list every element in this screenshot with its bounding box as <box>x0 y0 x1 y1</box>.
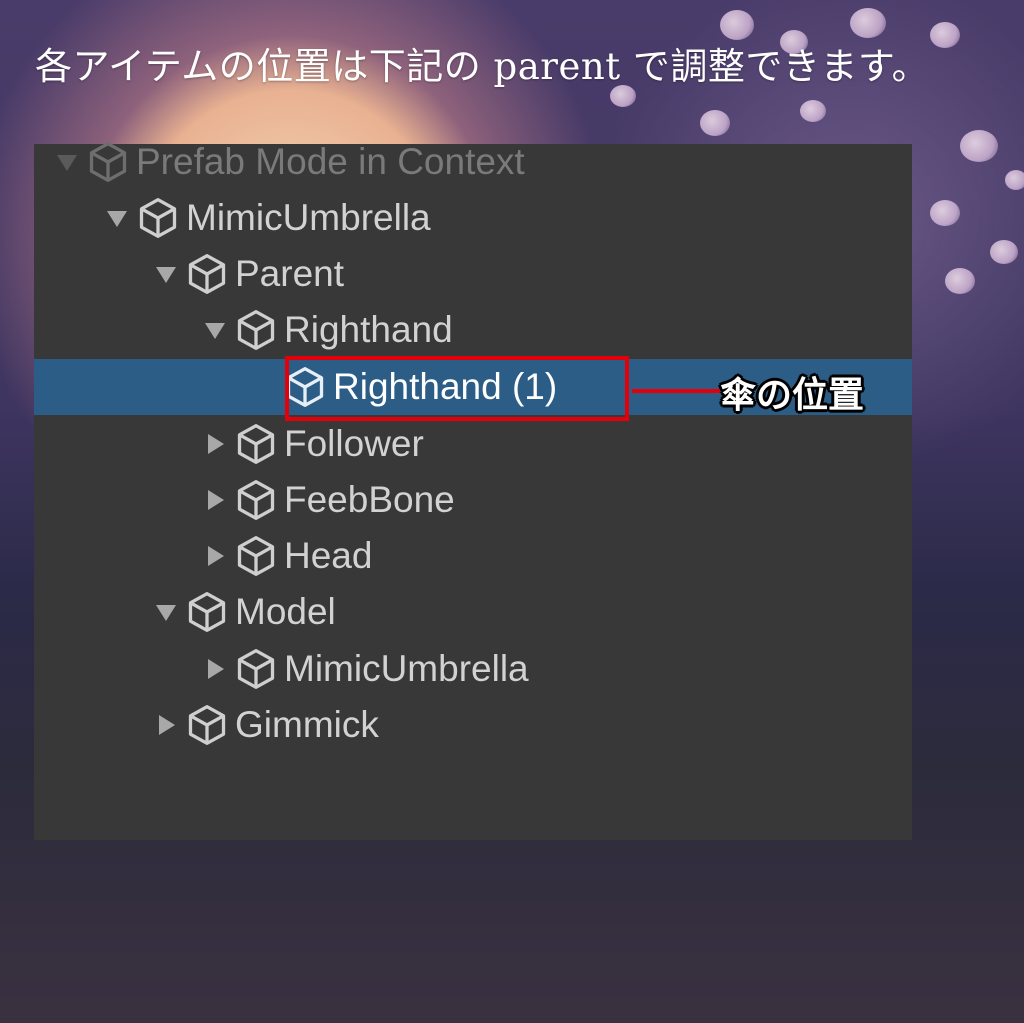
blossom <box>850 8 886 38</box>
hierarchy-row[interactable]: Model <box>34 584 912 640</box>
expand-arrow-down-icon[interactable] <box>151 246 181 302</box>
gameobject-cube-icon <box>136 190 186 246</box>
gameobject-cube-icon <box>185 584 235 640</box>
callout-connector <box>632 389 720 393</box>
hierarchy-panel: Gimmick MimicUmbrella Model Head FeebBone Fol… <box>34 141 912 840</box>
hierarchy-item-label: FeebBone <box>284 479 455 520</box>
page-caption: 各アイテムの位置は下記の parent で調整できます。 <box>35 45 930 88</box>
expand-arrow-down-icon[interactable] <box>151 584 181 640</box>
hierarchy-row[interactable]: MimicUmbrella <box>34 641 912 697</box>
highlight-box <box>285 356 629 421</box>
expand-arrow-down-icon[interactable] <box>52 134 82 190</box>
blossom <box>1005 170 1024 190</box>
umbrella-position-callout: 傘の位置 <box>720 375 865 416</box>
hierarchy-row[interactable]: MimicUmbrella <box>34 190 912 246</box>
hierarchy-item-label: Parent <box>235 253 345 294</box>
hierarchy-row[interactable]: Gimmick <box>34 697 912 753</box>
hierarchy-item-label: Follower <box>284 423 424 464</box>
blossom <box>700 110 730 136</box>
hierarchy-row[interactable]: Follower <box>34 416 912 472</box>
collapse-arrow-right-icon[interactable] <box>200 528 230 584</box>
blossom <box>960 130 998 162</box>
gameobject-cube-icon <box>234 302 284 358</box>
hierarchy-item-label: Prefab Mode in Context <box>136 141 525 182</box>
gameobject-cube-icon <box>234 416 284 472</box>
hierarchy-item-label: Gimmick <box>235 704 379 745</box>
hierarchy-row[interactable]: Head <box>34 528 912 584</box>
blossom <box>930 22 960 48</box>
gameobject-cube-icon <box>234 528 284 584</box>
hierarchy-row[interactable]: FeebBone <box>34 472 912 528</box>
blossom <box>945 268 975 294</box>
collapse-arrow-right-icon[interactable] <box>200 416 230 472</box>
hierarchy-row[interactable]: Parent <box>34 246 912 302</box>
expand-arrow-down-icon[interactable] <box>102 190 132 246</box>
collapse-arrow-right-icon[interactable] <box>200 641 230 697</box>
hierarchy-item-label: MimicUmbrella <box>186 197 431 238</box>
gameobject-cube-icon <box>234 472 284 528</box>
collapse-arrow-right-icon[interactable] <box>200 472 230 528</box>
hierarchy-item-label: Head <box>284 535 373 576</box>
hierarchy-item-label: Model <box>235 591 336 632</box>
expand-arrow-down-icon[interactable] <box>200 302 230 358</box>
gameobject-cube-icon <box>185 697 235 753</box>
arrow-spacer <box>249 359 279 415</box>
blossom <box>800 100 826 122</box>
blossom <box>990 240 1018 264</box>
hierarchy-row[interactable]: Prefab Mode in Context <box>34 134 912 190</box>
blossom <box>930 200 960 226</box>
hierarchy-row[interactable]: Righthand <box>34 302 912 358</box>
hierarchy-item-label: Righthand <box>284 309 453 350</box>
gameobject-cube-icon <box>185 246 235 302</box>
gameobject-cube-icon <box>234 641 284 697</box>
hierarchy-item-label: MimicUmbrella <box>284 648 529 689</box>
gameobject-cube-icon <box>86 134 136 190</box>
collapse-arrow-right-icon[interactable] <box>151 697 181 753</box>
